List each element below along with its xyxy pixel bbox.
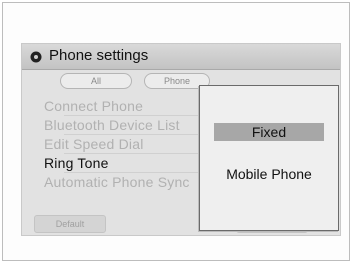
- divider: [64, 134, 214, 135]
- default-button[interactable]: Default: [34, 215, 106, 233]
- menu-item-edit-speed-dial[interactable]: Edit Speed Dial: [44, 136, 214, 154]
- divider: [64, 153, 214, 154]
- menu-item-bluetooth-device-list[interactable]: Bluetooth Device List: [44, 117, 214, 135]
- divider: [64, 172, 214, 173]
- option-fixed[interactable]: Fixed: [214, 123, 324, 141]
- menu-item-ring-tone[interactable]: Ring Tone: [44, 155, 214, 173]
- figure-frame: Phone settings All Phone Connect Phone B…: [2, 2, 350, 261]
- tab-all[interactable]: All: [60, 73, 132, 89]
- phone-settings-screen: Phone settings All Phone Connect Phone B…: [21, 43, 341, 236]
- divider: [64, 115, 214, 116]
- ring-tone-popup: Fixed Mobile Phone: [199, 85, 339, 231]
- page-title: Phone settings: [49, 47, 149, 64]
- option-mobile-phone[interactable]: Mobile Phone: [214, 165, 324, 183]
- title-bar: Phone settings: [22, 44, 340, 70]
- menu-item-connect-phone[interactable]: Connect Phone: [44, 98, 214, 116]
- menu-item-automatic-phone-sync[interactable]: Automatic Phone Sync: [44, 174, 214, 192]
- gear-icon: [29, 50, 43, 64]
